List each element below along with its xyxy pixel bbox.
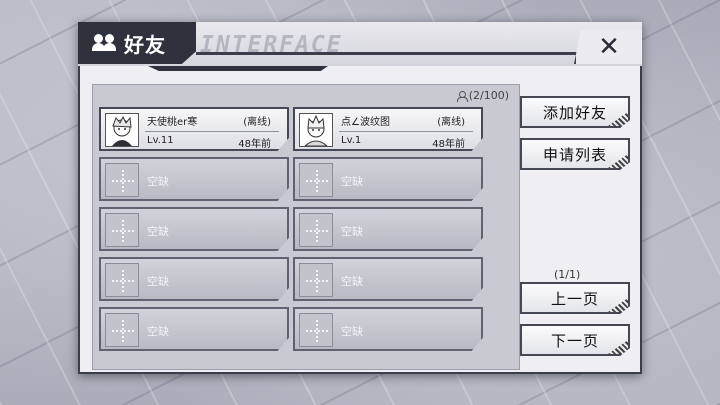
add-placeholder-icon bbox=[105, 313, 139, 347]
friend-list-panel: (2/100) 天使桃er寒 (离线) Lv.11 48年前 点∠波纹图 (离线… bbox=[92, 84, 520, 370]
person-icon bbox=[456, 90, 468, 102]
empty-slot[interactable]: 空缺 bbox=[293, 257, 483, 301]
divider bbox=[145, 131, 279, 132]
empty-label: 空缺 bbox=[341, 225, 363, 238]
empty-slot[interactable]: 空缺 bbox=[99, 207, 289, 251]
add-placeholder-icon bbox=[299, 313, 333, 347]
empty-slot[interactable]: 空缺 bbox=[293, 157, 483, 201]
avatar bbox=[299, 113, 333, 147]
page-indicator: (1/1) bbox=[554, 268, 581, 281]
empty-slot[interactable]: 空缺 bbox=[99, 307, 289, 351]
friend-level: Lv.11 bbox=[147, 135, 174, 146]
empty-slot[interactable]: 空缺 bbox=[99, 157, 289, 201]
friend-name: 点∠波纹图 bbox=[341, 117, 390, 128]
add-placeholder-icon bbox=[299, 263, 333, 297]
empty-slot[interactable]: 空缺 bbox=[293, 207, 483, 251]
add-friend-button[interactable]: 添加好友 bbox=[520, 96, 630, 128]
empty-slot[interactable]: 空缺 bbox=[293, 307, 483, 351]
empty-slot[interactable]: 空缺 bbox=[99, 257, 289, 301]
friend-status: (离线) bbox=[437, 117, 465, 128]
interface-watermark: INTERFACE bbox=[200, 32, 343, 58]
friends-window: 好友 INTERFACE ✕ (2/100) 天使桃er寒 (离线) Lv.11… bbox=[78, 22, 642, 374]
friend-count-text: (2/100) bbox=[468, 89, 509, 102]
title-tab: 好友 bbox=[78, 22, 196, 64]
avatar bbox=[105, 113, 139, 147]
friend-level: Lv.1 bbox=[341, 135, 362, 146]
add-placeholder-icon bbox=[299, 213, 333, 247]
next-page-button[interactable]: 下一页 bbox=[520, 324, 630, 356]
friend-slot[interactable]: 点∠波纹图 (离线) Lv.1 48年前 bbox=[293, 107, 483, 151]
add-placeholder-icon bbox=[105, 263, 139, 297]
close-icon: ✕ bbox=[598, 32, 620, 62]
friend-status: (离线) bbox=[243, 117, 271, 128]
last-online: 48年前 bbox=[432, 139, 465, 150]
empty-label: 空缺 bbox=[341, 175, 363, 188]
last-online: 48年前 bbox=[238, 139, 271, 150]
friend-slot[interactable]: 天使桃er寒 (离线) Lv.11 48年前 bbox=[99, 107, 289, 151]
friend-count: (2/100) bbox=[456, 89, 509, 102]
add-placeholder-icon bbox=[299, 163, 333, 197]
friend-name: 天使桃er寒 bbox=[147, 117, 198, 128]
request-list-button[interactable]: 申请列表 bbox=[520, 138, 630, 170]
prev-page-button[interactable]: 上一页 bbox=[520, 282, 630, 314]
add-placeholder-icon bbox=[105, 163, 139, 197]
title-bar: 好友 INTERFACE ✕ bbox=[78, 22, 642, 71]
title-accent-stripe bbox=[148, 66, 328, 71]
empty-label: 空缺 bbox=[147, 275, 169, 288]
window-title: 好友 bbox=[124, 32, 166, 57]
empty-label: 空缺 bbox=[147, 325, 169, 338]
empty-label: 空缺 bbox=[147, 225, 169, 238]
empty-label: 空缺 bbox=[341, 275, 363, 288]
close-button[interactable]: ✕ bbox=[574, 30, 642, 64]
empty-label: 空缺 bbox=[147, 175, 169, 188]
divider bbox=[339, 131, 473, 132]
add-placeholder-icon bbox=[105, 213, 139, 247]
friends-icon bbox=[92, 34, 118, 52]
empty-label: 空缺 bbox=[341, 325, 363, 338]
